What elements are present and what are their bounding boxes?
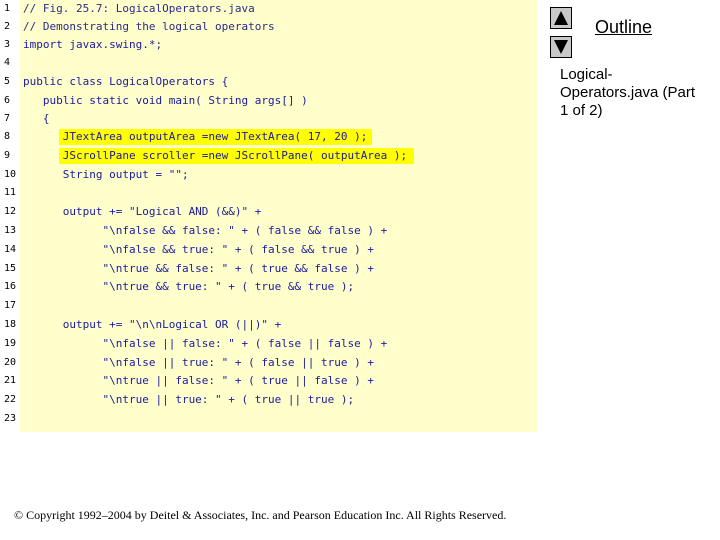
code-line: 4	[0, 54, 538, 72]
line-number: 3	[4, 39, 11, 50]
triangle-down-icon	[554, 40, 568, 54]
line-number: 17	[4, 300, 17, 311]
triangle-up-icon	[554, 11, 568, 25]
code-line: 10 String output = "";	[0, 166, 538, 184]
code-text: import javax.swing.*;	[23, 38, 163, 51]
code-line: 6 public static void main( String args[]…	[0, 92, 538, 110]
line-number: 20	[4, 357, 17, 368]
code-text: "\ntrue || true: " + ( true || true );	[23, 393, 355, 406]
code-text: public static void main( String args[] )	[23, 94, 308, 107]
line-number: 4	[4, 57, 11, 68]
code-text: "\nfalse && true: " + ( false && true ) …	[23, 243, 374, 256]
code-line: 16 "\ntrue && true: " + ( true && true )…	[0, 278, 538, 296]
line-number: 21	[4, 375, 17, 386]
code-text: "\nfalse && false: " + ( false && false …	[23, 224, 388, 237]
line-number: 22	[4, 394, 17, 405]
code-text: "\ntrue || false: " + ( true || false ) …	[23, 374, 374, 387]
line-number: 7	[4, 113, 11, 124]
line-number: 13	[4, 225, 17, 236]
slide-file-label: Logical- Operators.java (Part 1 of 2)	[560, 66, 696, 119]
code-line: 5 public class LogicalOperators {	[0, 73, 538, 91]
code-text: output += "Logical AND (&&)" +	[23, 205, 262, 218]
code-text: // Demonstrating the logical operators	[23, 20, 275, 33]
line-number: 1	[4, 3, 11, 14]
code-line: 20 "\nfalse || true: " + ( false || true…	[0, 354, 538, 372]
code-text: JTextArea outputArea =new JTextArea( 17,…	[23, 130, 368, 143]
line-number: 23	[4, 413, 17, 424]
code-line: 2 // Demonstrating the logical operators	[0, 18, 538, 36]
code-panel: 1 // Fig. 25.7: LogicalOperators.java 2 …	[0, 0, 538, 432]
code-line: 13 "\nfalse && false: " + ( false && fal…	[0, 222, 538, 240]
line-number: 14	[4, 244, 17, 255]
line-number: 11	[4, 187, 17, 198]
code-text: "\nfalse || true: " + ( false || true ) …	[23, 356, 374, 369]
code-text: output += "\n\nLogical OR (||)" +	[23, 318, 282, 331]
line-number: 12	[4, 206, 17, 217]
code-line-highlighted: 8 JTextArea outputArea =new JTextArea( 1…	[0, 128, 538, 146]
code-text: "\ntrue && true: " + ( true && true );	[23, 280, 355, 293]
code-line: 18 output += "\n\nLogical OR (||)" +	[0, 316, 538, 334]
line-number: 6	[4, 95, 11, 106]
code-text: public class LogicalOperators {	[23, 75, 229, 88]
previous-slide-button[interactable]	[550, 7, 572, 29]
line-number: 15	[4, 263, 17, 274]
code-line: 17	[0, 297, 538, 315]
code-line: 7 {	[0, 110, 538, 128]
code-line: 14 "\nfalse && true: " + ( false && true…	[0, 241, 538, 259]
line-number: 16	[4, 281, 17, 292]
code-text: {	[23, 112, 50, 125]
code-text: JScrollPane scroller =new JScrollPane( o…	[23, 149, 408, 162]
code-line: 19 "\nfalse || false: " + ( false || fal…	[0, 335, 538, 353]
line-number: 19	[4, 338, 17, 349]
copyright-notice: © Copyright 1992–2004 by Deitel & Associ…	[14, 508, 507, 522]
code-text: // Fig. 25.7: LogicalOperators.java	[23, 2, 255, 15]
code-line: 3 import javax.swing.*;	[0, 36, 538, 54]
code-line: 12 output += "Logical AND (&&)" +	[0, 203, 538, 221]
code-line-highlighted: 9 JScrollPane scroller =new JScrollPane(…	[0, 147, 538, 165]
line-number: 5	[4, 76, 11, 87]
code-text: "\ntrue && false: " + ( true && false ) …	[23, 262, 374, 275]
code-line: 22 "\ntrue || true: " + ( true || true )…	[0, 391, 538, 409]
code-line: 1 // Fig. 25.7: LogicalOperators.java	[0, 0, 538, 18]
code-line: 21 "\ntrue || false: " + ( true || false…	[0, 372, 538, 390]
outline-link[interactable]: Outline	[595, 17, 652, 38]
line-number: 10	[4, 169, 17, 180]
line-number: 2	[4, 21, 11, 32]
code-line: 23	[0, 410, 538, 428]
code-text: "\nfalse || false: " + ( false || false …	[23, 337, 388, 350]
line-number: 9	[4, 150, 11, 161]
code-text: String output = "";	[23, 168, 189, 181]
line-number: 18	[4, 319, 17, 330]
next-slide-button[interactable]	[550, 36, 572, 58]
code-line: 15 "\ntrue && false: " + ( true && false…	[0, 260, 538, 278]
code-line: 11	[0, 184, 538, 202]
line-number: 8	[4, 131, 11, 142]
